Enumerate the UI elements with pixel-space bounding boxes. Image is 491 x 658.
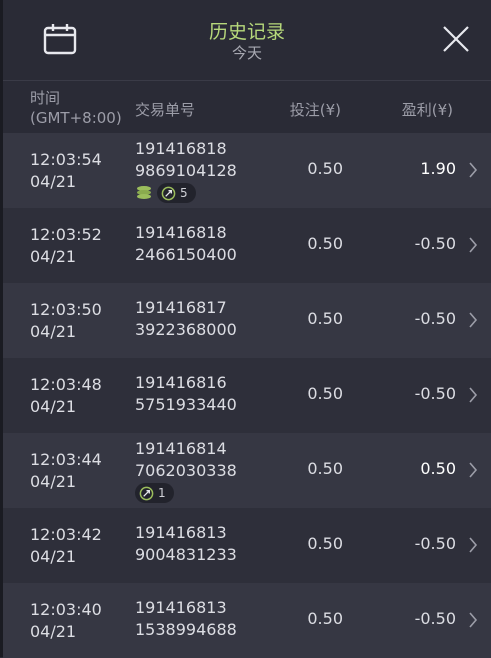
row-time-value: 12:03:48 bbox=[30, 375, 102, 394]
page-subtitle: 今天 bbox=[231, 44, 262, 62]
row-time: 12:03:40 04/21 bbox=[30, 599, 102, 643]
row-id-part1: 191416818 bbox=[135, 223, 227, 242]
row-transaction-id: 191416813 9004831233 bbox=[135, 522, 237, 566]
row-id-part1: 191416818 bbox=[135, 139, 227, 158]
chevron-right-icon bbox=[469, 612, 478, 628]
row-time-value: 12:03:50 bbox=[30, 300, 102, 319]
row-bet: 0.50 bbox=[307, 384, 343, 403]
chevron-right-icon bbox=[469, 387, 478, 403]
row-time: 12:03:42 04/21 bbox=[30, 524, 102, 568]
row-time-value: 12:03:40 bbox=[30, 600, 102, 619]
free-spin-count: 1 bbox=[158, 486, 166, 500]
row-date-value: 04/21 bbox=[30, 397, 77, 416]
row-bet: 0.50 bbox=[307, 234, 343, 253]
row-id-part2: 9004831233 bbox=[135, 545, 237, 564]
row-transaction-id: 191416813 1538994688 bbox=[135, 597, 237, 641]
history-panel: 历史记录 今天 时间 (GMT+8:00) 交易单号 投注(¥) 盈利(¥) 1… bbox=[0, 0, 491, 658]
row-date-value: 04/21 bbox=[30, 472, 77, 491]
row-id-part1: 191416813 bbox=[135, 598, 227, 617]
row-transaction-id: 191416816 5751933440 bbox=[135, 372, 237, 416]
row-id-part2: 2466150400 bbox=[135, 245, 237, 264]
row-bet: 0.50 bbox=[307, 609, 343, 628]
title-block: 历史记录 今天 bbox=[3, 20, 491, 62]
free-spin-badge: 5 bbox=[157, 183, 196, 203]
table-row[interactable]: 12:03:48 04/21 191416816 5751933440 0.50 -0.5… bbox=[3, 358, 491, 433]
spin-icon bbox=[161, 186, 176, 200]
row-id-part1: 191416817 bbox=[135, 298, 227, 317]
close-icon[interactable] bbox=[441, 24, 471, 54]
header: 历史记录 今天 bbox=[3, 0, 491, 81]
row-profit: 0.50 bbox=[420, 459, 456, 478]
row-badges: 1 bbox=[135, 483, 174, 503]
row-bet: 0.50 bbox=[307, 534, 343, 553]
row-time-value: 12:03:42 bbox=[30, 525, 102, 544]
row-profit: -0.50 bbox=[414, 609, 456, 628]
table-row[interactable]: 12:03:42 04/21 191416813 9004831233 0.50 -0.5… bbox=[3, 508, 491, 583]
table-row[interactable]: 12:03:52 04/21 191416818 2466150400 0.50 -0.5… bbox=[3, 208, 491, 283]
row-id-part1: 191416814 bbox=[135, 439, 227, 458]
table-row[interactable]: 12:03:50 04/21 191416817 3922368000 0.50 -0.5… bbox=[3, 283, 491, 358]
chevron-right-icon bbox=[469, 312, 478, 328]
row-time-value: 12:03:54 bbox=[30, 150, 102, 169]
col-time-label: 时间 bbox=[30, 89, 61, 107]
row-date-value: 04/21 bbox=[30, 547, 77, 566]
table-row[interactable]: 12:03:54 04/21 191416818 9869104128 5 0.50 1.9… bbox=[3, 133, 491, 208]
row-time: 12:03:44 04/21 bbox=[30, 449, 102, 493]
row-date-value: 04/21 bbox=[30, 172, 77, 191]
row-date-value: 04/21 bbox=[30, 247, 77, 266]
row-time: 12:03:54 04/21 bbox=[30, 149, 102, 193]
row-bet: 0.50 bbox=[307, 159, 343, 178]
row-profit: -0.50 bbox=[414, 534, 456, 553]
row-profit: -0.50 bbox=[414, 234, 456, 253]
col-timezone-label: (GMT+8:00) bbox=[30, 109, 122, 127]
page-title: 历史记录 bbox=[208, 21, 285, 43]
row-profit: -0.50 bbox=[414, 384, 456, 403]
chevron-right-icon bbox=[469, 237, 478, 253]
row-badges: 5 bbox=[135, 183, 196, 203]
history-list: 12:03:54 04/21 191416818 9869104128 5 0.50 1.9… bbox=[3, 133, 491, 658]
chevron-right-icon bbox=[469, 162, 478, 178]
row-transaction-id: 191416814 7062030338 bbox=[135, 438, 237, 482]
chevron-right-icon bbox=[469, 462, 478, 478]
row-date-value: 04/21 bbox=[30, 322, 77, 341]
row-id-part1: 191416813 bbox=[135, 523, 227, 542]
col-id: 交易单号 bbox=[135, 101, 196, 119]
col-profit: 盈利(¥) bbox=[401, 101, 453, 119]
row-bet: 0.50 bbox=[307, 309, 343, 328]
row-time-value: 12:03:52 bbox=[30, 225, 102, 244]
row-id-part2: 7062030338 bbox=[135, 461, 237, 480]
free-spin-badge: 1 bbox=[135, 483, 174, 503]
chevron-right-icon bbox=[469, 537, 478, 553]
row-profit: 1.90 bbox=[420, 159, 456, 178]
row-transaction-id: 191416818 2466150400 bbox=[135, 222, 237, 266]
row-time: 12:03:50 04/21 bbox=[30, 299, 102, 343]
free-spin-count: 5 bbox=[180, 186, 188, 200]
row-transaction-id: 191416817 3922368000 bbox=[135, 297, 237, 341]
row-id-part1: 191416816 bbox=[135, 373, 227, 392]
column-header: 时间 (GMT+8:00) 交易单号 投注(¥) 盈利(¥) bbox=[3, 81, 491, 133]
col-time: 时间 (GMT+8:00) bbox=[30, 88, 122, 128]
row-date-value: 04/21 bbox=[30, 622, 77, 641]
coins-icon bbox=[137, 186, 151, 199]
row-time-value: 12:03:44 bbox=[30, 450, 102, 469]
col-bet: 投注(¥) bbox=[289, 101, 341, 119]
row-time: 12:03:52 04/21 bbox=[30, 224, 102, 268]
row-id-part2: 3922368000 bbox=[135, 320, 237, 339]
row-profit: -0.50 bbox=[414, 309, 456, 328]
spin-icon bbox=[139, 486, 154, 500]
row-id-part2: 5751933440 bbox=[135, 395, 237, 414]
row-time: 12:03:48 04/21 bbox=[30, 374, 102, 418]
table-row[interactable]: 12:03:40 04/21 191416813 1538994688 0.50 -0.5… bbox=[3, 583, 491, 658]
row-bet: 0.50 bbox=[307, 459, 343, 478]
table-row[interactable]: 12:03:44 04/21 191416814 7062030338 1 0.50 0.5… bbox=[3, 433, 491, 508]
row-id-part2: 9869104128 bbox=[135, 161, 237, 180]
row-id-part2: 1538994688 bbox=[135, 620, 237, 639]
row-transaction-id: 191416818 9869104128 bbox=[135, 138, 237, 182]
